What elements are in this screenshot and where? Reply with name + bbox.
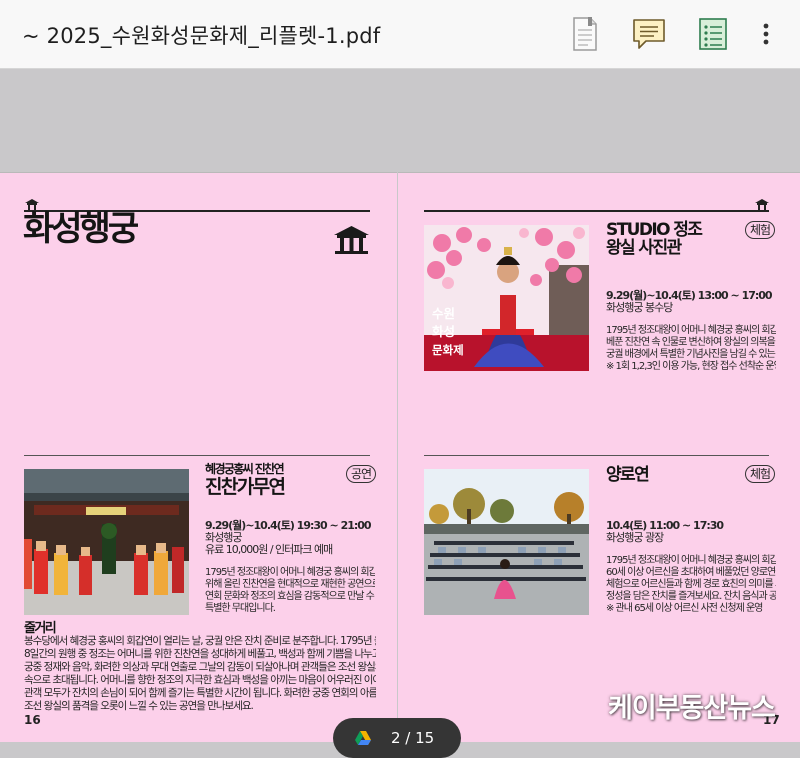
event-divider xyxy=(424,455,769,456)
pdf-page-left: 화성행궁 혜경궁홍씨 진찬연 진찬가무연 공연 9.29(월)~10.4(토) … xyxy=(0,172,397,742)
list-view-icon[interactable] xyxy=(697,16,729,52)
event-tag: 공연 xyxy=(346,465,377,483)
event-place: 화성행궁 광장 xyxy=(606,531,664,544)
event-title: 왕실 사진관 xyxy=(606,238,682,258)
palace-small-icon xyxy=(754,197,770,216)
page-indicator[interactable]: 2 / 15 xyxy=(333,718,461,758)
drive-icon xyxy=(355,731,371,749)
photo-caption-line: 화성 xyxy=(432,324,456,339)
event-photo-jinchan xyxy=(24,469,189,615)
event-divider xyxy=(24,455,370,456)
event-tag: 체험 xyxy=(745,221,776,239)
page-number: 16 xyxy=(24,713,41,727)
photo-caption-line: 문화제 xyxy=(432,343,464,357)
viewer-background xyxy=(0,69,800,173)
document-title: ~ 2025_수원화성문화제_리플렛-1.pdf xyxy=(22,24,381,48)
comment-icon[interactable] xyxy=(632,16,666,52)
event-desc-line: ※ 1회 1,2,3인 이용 가능, 현장 접수 선착순 운영 xyxy=(606,361,776,372)
event-title: 양로연 xyxy=(606,465,650,485)
photo-caption-line: 수원 xyxy=(432,306,456,321)
event-tag: 체험 xyxy=(745,465,776,483)
pdf-page-right: 수원 화성 문화제 STUDIO 정조 왕실 사진관 체험 9.29(월)~10… xyxy=(398,172,800,742)
app-toolbar: ~ 2025_수원화성문화제_리플렛-1.pdf xyxy=(0,0,800,69)
event-desc-line: 특별한 무대입니다. xyxy=(205,603,276,614)
more-vert-icon[interactable] xyxy=(757,16,775,52)
event-fee: 유료 10,000원 / 인터파크 예매 xyxy=(205,543,333,556)
story-line: 조선 왕실의 품격을 오롯이 느낄 수 있는 공연을 만나보세요. xyxy=(24,700,254,712)
event-place: 화성행궁 봉수당 xyxy=(606,301,673,314)
document-outline-icon[interactable] xyxy=(569,16,601,52)
section-rule xyxy=(424,210,769,212)
palace-icon xyxy=(333,225,370,259)
watermark: 케이부동산뉴스 xyxy=(608,693,776,724)
page-counter: 2 / 15 xyxy=(391,729,435,747)
event-title: 진찬가무연 xyxy=(205,476,286,498)
event-photo-yangroyeon xyxy=(424,469,589,615)
section-title: 화성행궁 xyxy=(23,209,139,249)
event-desc-line: ※ 관내 65세 이상 어르신 사전 신청제 운영 xyxy=(606,603,763,614)
event-photo-studio: 수원 화성 문화제 xyxy=(424,225,589,371)
